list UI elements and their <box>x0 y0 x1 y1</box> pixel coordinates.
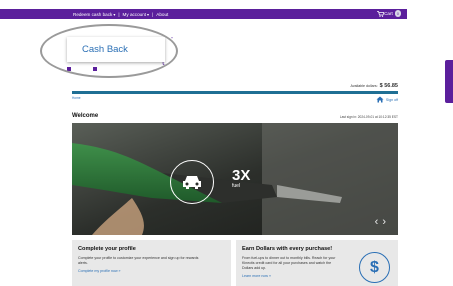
card-body: Complete your profile to customize your … <box>78 256 199 265</box>
menu-item-cash-back[interactable]: Cash Back <box>82 44 128 55</box>
feedback-tab[interactable] <box>445 60 453 103</box>
last-login-text: Last sign in: 2024-09-01 at 10:12:35 EST <box>339 115 398 119</box>
top-nav-bar: Redeem cash back ▾ | My account ▾ | Abou… <box>0 9 407 19</box>
dollar-icon: $ <box>359 252 390 283</box>
nav-separator: | <box>118 11 120 17</box>
balance-label: Available dollars: <box>350 84 378 88</box>
divider-bar <box>72 91 398 94</box>
redeem-dropdown-menu: Cash Back <box>67 37 165 62</box>
profile-card: Complete your profile Complete your prof… <box>72 240 231 286</box>
home-icon <box>376 96 384 103</box>
chevron-down-icon: ▾ <box>147 11 150 17</box>
car-icon <box>170 160 214 204</box>
nav-account-label: My account <box>122 11 147 17</box>
nav-about-label: About <box>156 11 169 17</box>
welcome-heading: Welcome <box>72 113 99 119</box>
complete-profile-link[interactable]: Complete my profile now » <box>78 269 225 273</box>
sign-off-link[interactable]: Sign off <box>376 96 398 103</box>
sign-off-label: Sign off <box>385 97 398 102</box>
cart-icon <box>377 10 385 17</box>
balance-value: $ 56.85 <box>379 83 398 89</box>
breadcrumb-home-link[interactable]: Home <box>72 96 81 100</box>
earn-dollars-card: Earn Dollars with every purchase! From f… <box>236 240 398 286</box>
card-title: Complete your profile <box>78 246 136 252</box>
logo-square <box>93 67 97 71</box>
cart-link[interactable]: Cart 0 <box>377 10 401 17</box>
chevron-left-icon[interactable]: ‹ <box>375 216 379 228</box>
card-title: Earn Dollars with every purchase! <box>242 246 333 252</box>
card-body: From fuel-ups to dinner out to monthly b… <box>242 256 336 270</box>
page: Redeem cash back ▾ | My account ▾ | Abou… <box>0 0 453 286</box>
available-dollars: Available dollars: $ 56.85 <box>351 83 398 89</box>
nav-separator: | <box>152 11 154 17</box>
promo-multiplier: 3X <box>232 167 251 184</box>
nav-about[interactable]: About <box>156 12 168 17</box>
logo-fragment: " <box>171 37 173 43</box>
hero-banner[interactable]: 3X fuel ‹ › <box>72 123 398 235</box>
nav-redeem-cash-back[interactable]: Redeem cash back ▾ <box>73 12 115 17</box>
cart-label: Cart <box>384 11 393 16</box>
logo-square <box>67 67 71 71</box>
cart-count-badge: 0 <box>394 10 401 17</box>
chevron-down-icon: ▾ <box>113 11 116 17</box>
nav-redeem-label: Redeem cash back <box>73 11 113 17</box>
nav-my-account[interactable]: My account ▾ <box>123 12 150 17</box>
promo-text: 3X fuel <box>232 168 250 189</box>
chevron-right-icon[interactable]: › <box>382 216 386 228</box>
carousel-controls: ‹ › <box>375 216 386 228</box>
